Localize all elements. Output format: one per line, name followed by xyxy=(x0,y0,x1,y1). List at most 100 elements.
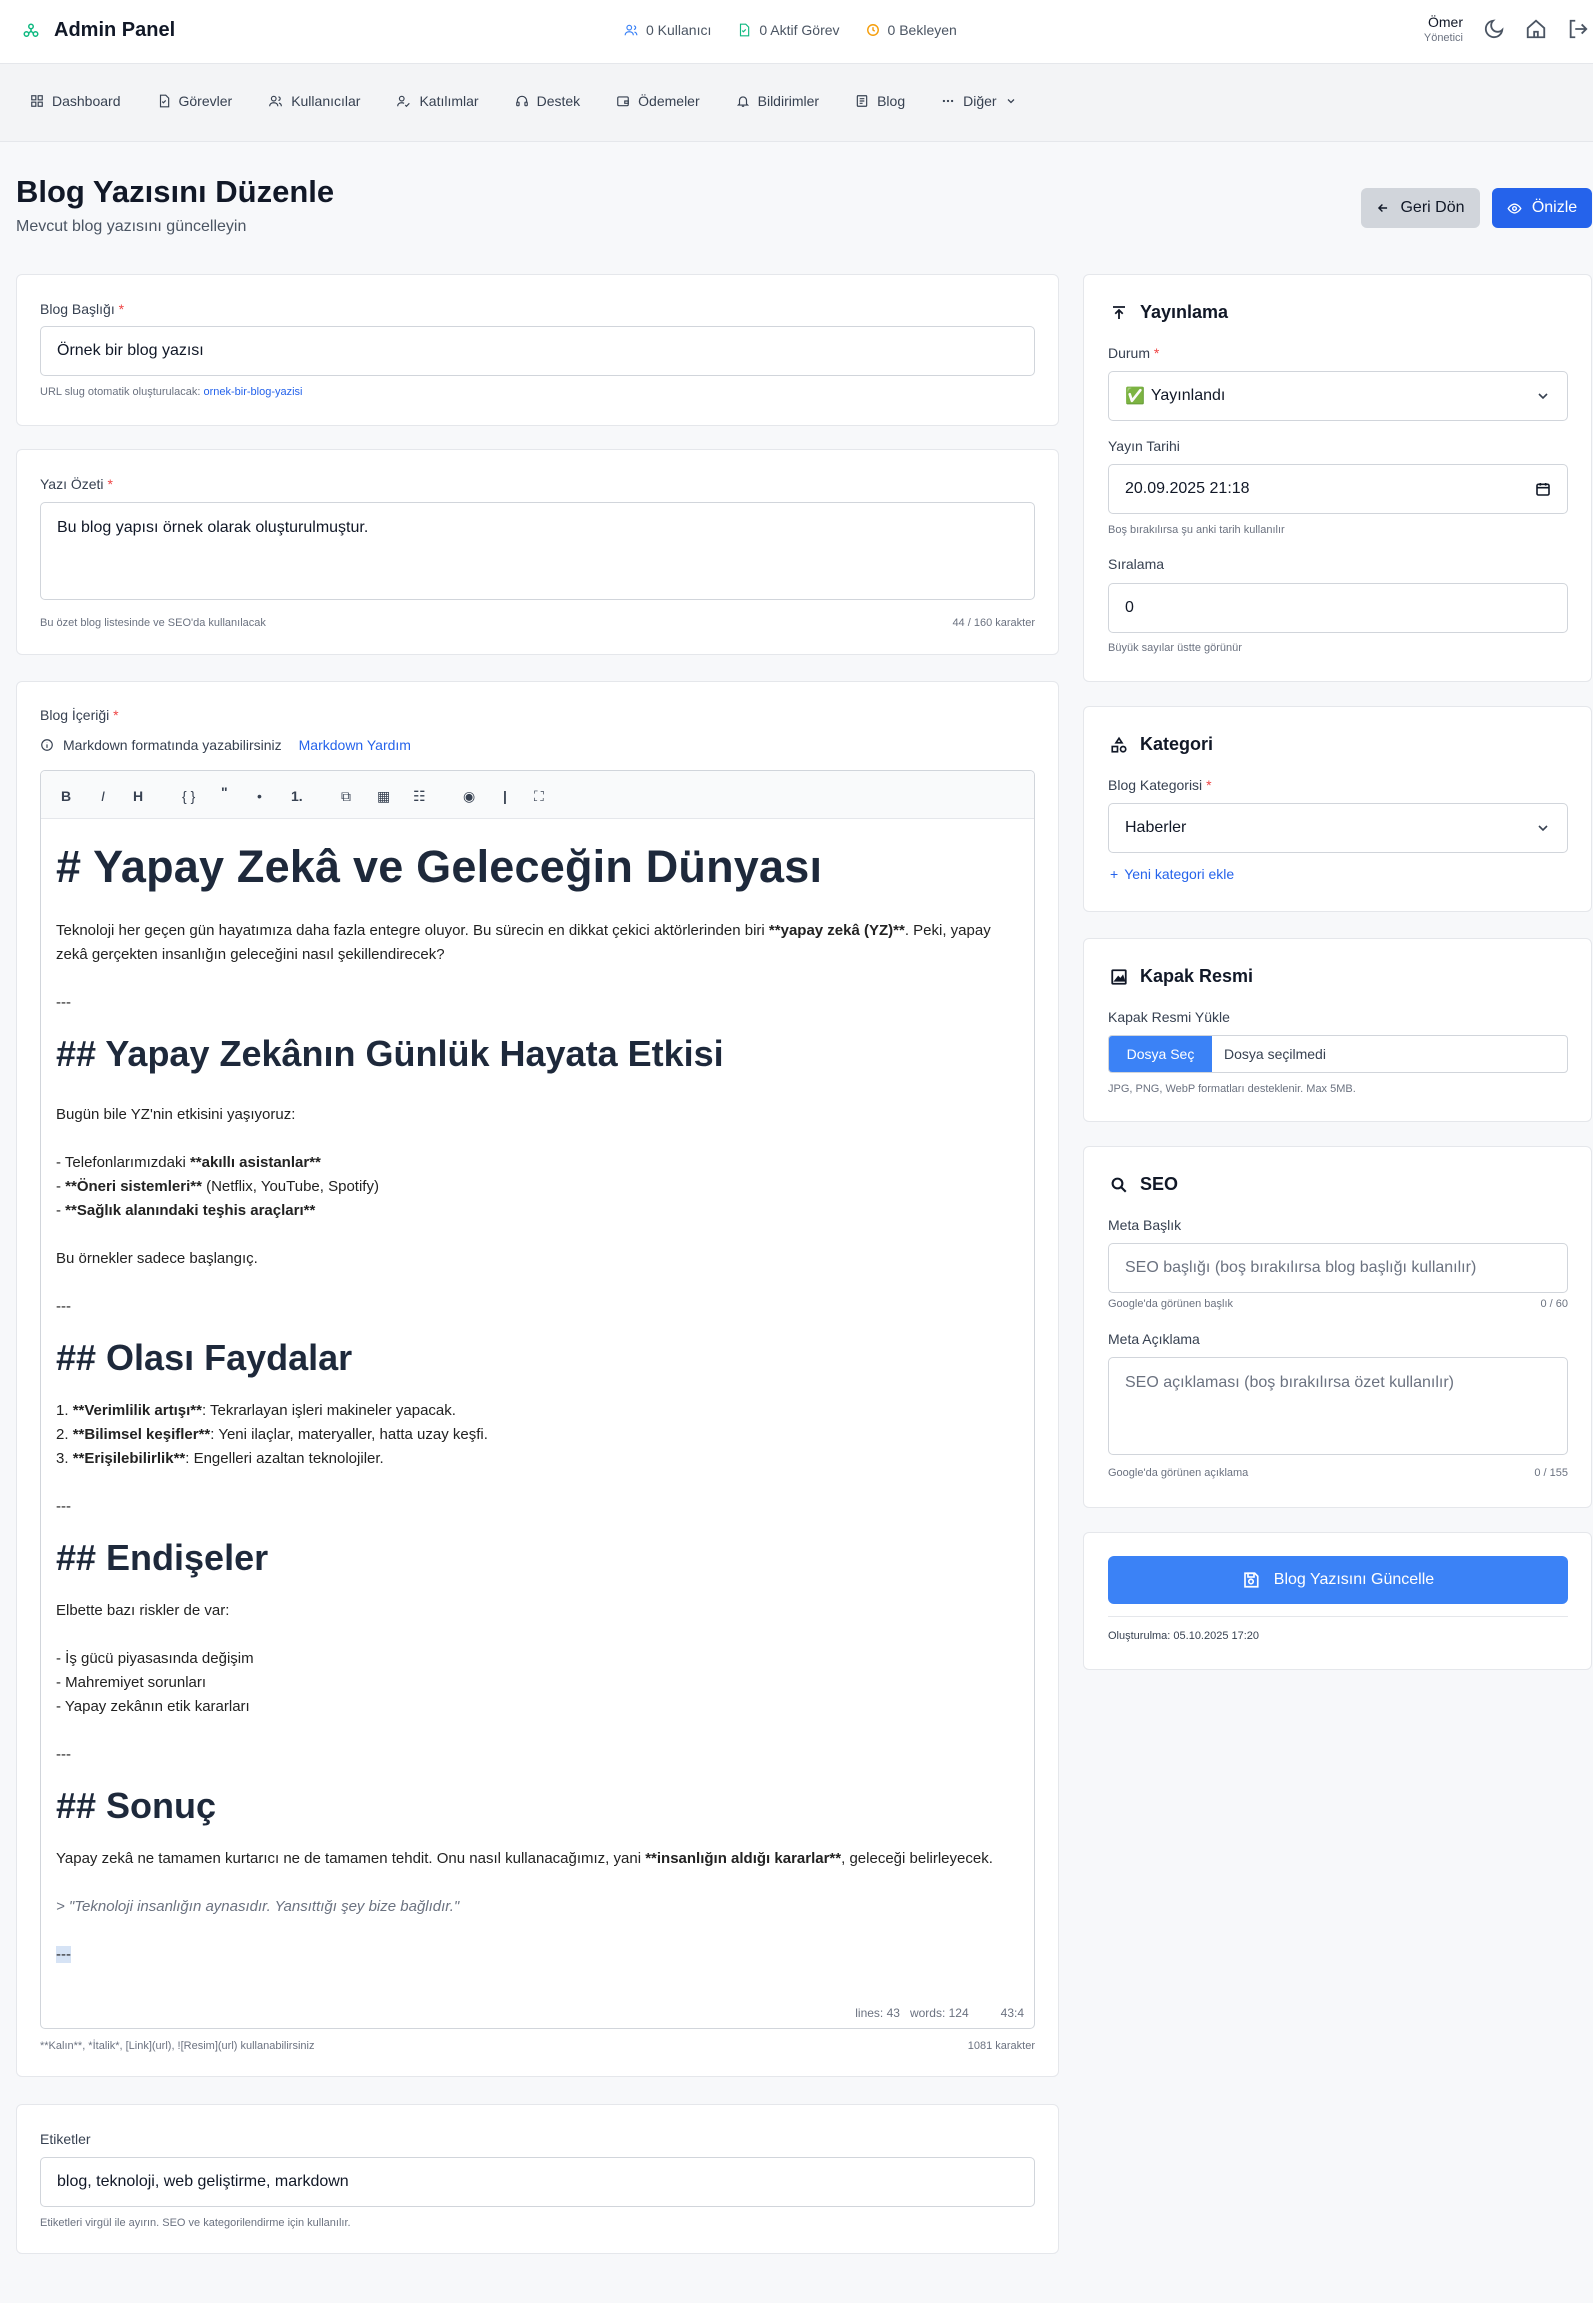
nav-item-blog[interactable]: Blog xyxy=(855,93,905,109)
chevron-down-icon xyxy=(1535,388,1551,404)
brand[interactable]: Admin Panel xyxy=(22,19,175,42)
user-role: Yönetici xyxy=(1423,32,1463,44)
nav-label: Diğer xyxy=(963,93,997,109)
bullet-list-button[interactable]: • xyxy=(257,788,262,804)
md-text: 1. xyxy=(56,1402,73,1419)
meta-title-input[interactable]: SEO başlığı (boş bırakılırsa blog başlığ… xyxy=(1108,1243,1568,1293)
md-list-item: - **Sağlık alanındaki teşhis araçları** xyxy=(56,1199,1021,1223)
category-value: Haberler xyxy=(1125,819,1187,836)
title-label: Blog Başlığı * xyxy=(40,301,124,317)
clock-icon xyxy=(866,23,880,37)
upload-icon xyxy=(1110,304,1128,322)
markdown-info: Markdown formatında yazabilirsiniz Markd… xyxy=(40,737,411,753)
nav-item-payments[interactable]: Ödemeler xyxy=(616,93,700,109)
required-mark: * xyxy=(113,707,119,723)
preview-toggle-button[interactable]: ◉ xyxy=(463,788,475,805)
heading-button[interactable]: H xyxy=(133,788,143,804)
nav-item-more[interactable]: Diğer xyxy=(941,93,1016,109)
nav-item-notifications[interactable]: Bildirimler xyxy=(736,93,819,109)
choose-file-button[interactable]: Dosya Seç xyxy=(1109,1036,1212,1072)
status-lines: lines: 43 xyxy=(855,2006,900,2020)
check-icon: ✅ xyxy=(1125,388,1145,405)
editor-content[interactable]: # Yapay Zekâ ve Geleceğin Dünyası Teknol… xyxy=(56,841,1021,1967)
bold-button[interactable]: B xyxy=(61,788,71,804)
nav-item-dashboard[interactable]: Dashboard xyxy=(30,93,121,109)
nav-item-tasks[interactable]: Görevler xyxy=(157,93,232,109)
category-title-text: Kategori xyxy=(1140,734,1214,754)
table-button[interactable]: ☷ xyxy=(413,788,426,805)
user-info[interactable]: Ömer Yönetici xyxy=(1424,14,1463,44)
blog-icon xyxy=(855,94,869,108)
users-icon xyxy=(268,94,283,108)
order-input[interactable]: 0 xyxy=(1108,583,1568,633)
preview-button[interactable]: Önizle xyxy=(1492,188,1592,228)
md-hr-selected: --- xyxy=(56,1943,1021,1967)
md-hr: --- xyxy=(56,1498,71,1515)
copy-button[interactable]: ⧉ xyxy=(341,788,351,805)
back-button[interactable]: Geri Dön xyxy=(1361,188,1480,228)
summary-textarea[interactable]: Bu blog yapısı örnek olarak oluşturulmuş… xyxy=(40,502,1035,600)
meta-desc-textarea[interactable]: SEO açıklaması (boş bırakılırsa özet kul… xyxy=(1108,1357,1568,1455)
meta-title-count: 0 / 60 xyxy=(1540,1298,1568,1310)
home-icon[interactable] xyxy=(1525,18,1547,40)
md-paragraph: Bugün bile YZ'nin etkisini yaşıyoruz: xyxy=(56,1106,296,1123)
nav-label: Dashboard xyxy=(52,93,121,109)
image-button[interactable]: ▦ xyxy=(377,788,390,805)
side-by-side-button[interactable]: | xyxy=(503,788,507,804)
md-heading-2: ## Sonuç xyxy=(56,1785,217,1826)
md-bold: **Erişilebilirlik** xyxy=(72,1450,186,1467)
markdown-help-link[interactable]: Markdown Yardım xyxy=(299,737,411,753)
md-list-item: - İş gücü piyasasında değişim xyxy=(56,1650,254,1667)
markdown-editor[interactable]: B I H { } " • 1. ⧉ ▦ ☷ ◉ | ⛶ # Yapay Zek… xyxy=(40,770,1035,2029)
md-text: (Netflix, YouTube, Spotify) xyxy=(201,1178,379,1195)
bell-icon xyxy=(736,94,750,108)
cover-file-input[interactable]: Dosya Seç Dosya seçilmedi xyxy=(1108,1035,1568,1073)
date-input[interactable]: 20.09.2025 21:18 xyxy=(1108,464,1568,514)
meta-title-help: Google'da görünen başlık xyxy=(1108,1298,1234,1310)
code-button[interactable]: { } xyxy=(182,788,195,804)
content-label: Blog İçeriği * xyxy=(40,707,119,723)
fullscreen-button[interactable]: ⛶ xyxy=(534,788,544,805)
date-value: 20.09.2025 21:18 xyxy=(1125,480,1250,497)
shapes-icon xyxy=(1110,736,1128,754)
italic-button[interactable]: I xyxy=(101,788,105,804)
meta-desc-placeholder: SEO açıklaması (boş bırakılırsa özet kul… xyxy=(1125,1374,1454,1391)
add-category-link[interactable]: + Yeni kategori ekle xyxy=(1110,866,1234,882)
cover-title: Kapak Resmi xyxy=(1110,966,1253,987)
tags-input[interactable]: blog, teknoloji, web geliştirme, markdow… xyxy=(40,2157,1035,2207)
status-label-text: Durum xyxy=(1108,345,1151,361)
category-select[interactable]: Haberler xyxy=(1108,803,1568,853)
calendar-icon[interactable] xyxy=(1535,481,1551,497)
md-paragraph: Teknoloji her geçen gün hayatımıza daha … xyxy=(56,919,1021,967)
content-help: **Kalın**, *İtalik*, [Link](url), ![Resi… xyxy=(40,2040,315,2052)
content-count: 1081 karakter xyxy=(967,2040,1035,2052)
date-help: Boş bırakılırsa şu anki tarih kullanılır xyxy=(1108,524,1285,536)
summary-label: Yazı Özeti * xyxy=(40,476,113,492)
moon-icon[interactable] xyxy=(1483,18,1505,40)
nav-label: Blog xyxy=(877,93,906,109)
logout-icon[interactable] xyxy=(1567,18,1589,40)
md-hr: --- xyxy=(56,994,71,1011)
nav-item-support[interactable]: Destek xyxy=(515,93,580,109)
tags-label: Etiketler xyxy=(40,2131,91,2147)
nav-item-users[interactable]: Kullanıcılar xyxy=(268,93,360,109)
md-bold: **Bilimsel keşifler** xyxy=(72,1426,211,1443)
status-select[interactable]: ✅ Yayınlandı xyxy=(1108,371,1568,421)
cover-label: Kapak Resmi Yükle xyxy=(1108,1009,1230,1025)
seo-title: SEO xyxy=(1110,1174,1178,1195)
created-date: Oluşturulma: 05.10.2025 17:20 xyxy=(1108,1630,1260,1642)
arrow-left-icon xyxy=(1376,201,1390,215)
meta-desc-help: Google'da görünen açıklama xyxy=(1108,1467,1249,1479)
md-blockquote: > "Teknoloji insanlığın aynasıdır. Yansı… xyxy=(56,1898,460,1915)
title-input[interactable]: Örnek bir blog yazısı xyxy=(40,326,1035,376)
md-list-item: - Yapay zekânın etik kararları xyxy=(56,1698,250,1715)
quote-button[interactable]: " xyxy=(221,784,228,800)
meta-title-label: Meta Başlık xyxy=(1108,1217,1182,1233)
ordered-list-button[interactable]: 1. xyxy=(291,788,303,804)
nav-item-participations[interactable]: Katılımlar xyxy=(396,93,479,109)
headset-icon xyxy=(515,94,529,108)
participations-icon xyxy=(396,94,411,108)
md-bold: **insanlığın aldığı kararlar** xyxy=(645,1850,842,1867)
update-post-button[interactable]: Blog Yazısını Güncelle xyxy=(1108,1556,1568,1604)
plus-icon: + xyxy=(1110,866,1119,882)
